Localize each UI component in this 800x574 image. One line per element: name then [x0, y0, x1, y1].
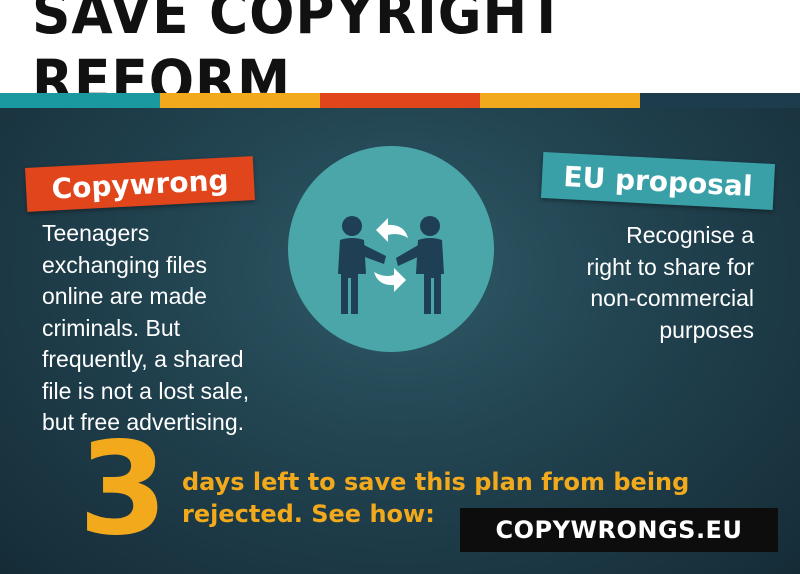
copywrong-description: Teenagers exchanging files online are ma… [42, 218, 302, 439]
eu-proposal-label: EU proposal [540, 151, 776, 211]
eu-proposal-label-text: EU proposal [562, 159, 754, 203]
cta-line: days left to save this plan from being [182, 468, 690, 496]
header-banner: SAVE COPYRIGHT REFORM [0, 0, 800, 115]
exchange-illustration [338, 216, 444, 314]
color-stripe-teal [0, 93, 160, 108]
color-stripe-navy [640, 93, 800, 108]
description-line: purposes [659, 316, 754, 343]
copywrong-label-text: Copywrong [50, 162, 230, 206]
color-stripe-yellow-2 [480, 93, 640, 108]
description-line: criminals. But [42, 314, 181, 341]
eu-proposal-description: Recognise a right to share for non-comme… [510, 220, 754, 346]
website-link-button[interactable]: COPYWRONGS.EU [460, 508, 778, 552]
description-line: exchanging files [42, 251, 207, 278]
description-line: frequently, a shared [42, 346, 244, 372]
description-line: Recognise a [626, 222, 754, 248]
description-line: Teenagers [42, 220, 150, 246]
description-line: online are made [42, 283, 207, 309]
description-line: right to share for [586, 253, 754, 280]
days-left-number: 3 [78, 415, 168, 564]
color-stripe-yellow [160, 93, 320, 108]
color-stripe-red [320, 93, 480, 108]
main-panel: Copywrong Teenagers exchanging files onl… [0, 108, 800, 574]
website-url: COPYWRONGS.EU [495, 516, 743, 544]
copywrong-label: Copywrong [25, 156, 255, 212]
description-line: non-commercial [590, 285, 754, 311]
people-exchanging-icon [288, 146, 494, 352]
description-line: file is not a lost sale, [42, 377, 250, 404]
